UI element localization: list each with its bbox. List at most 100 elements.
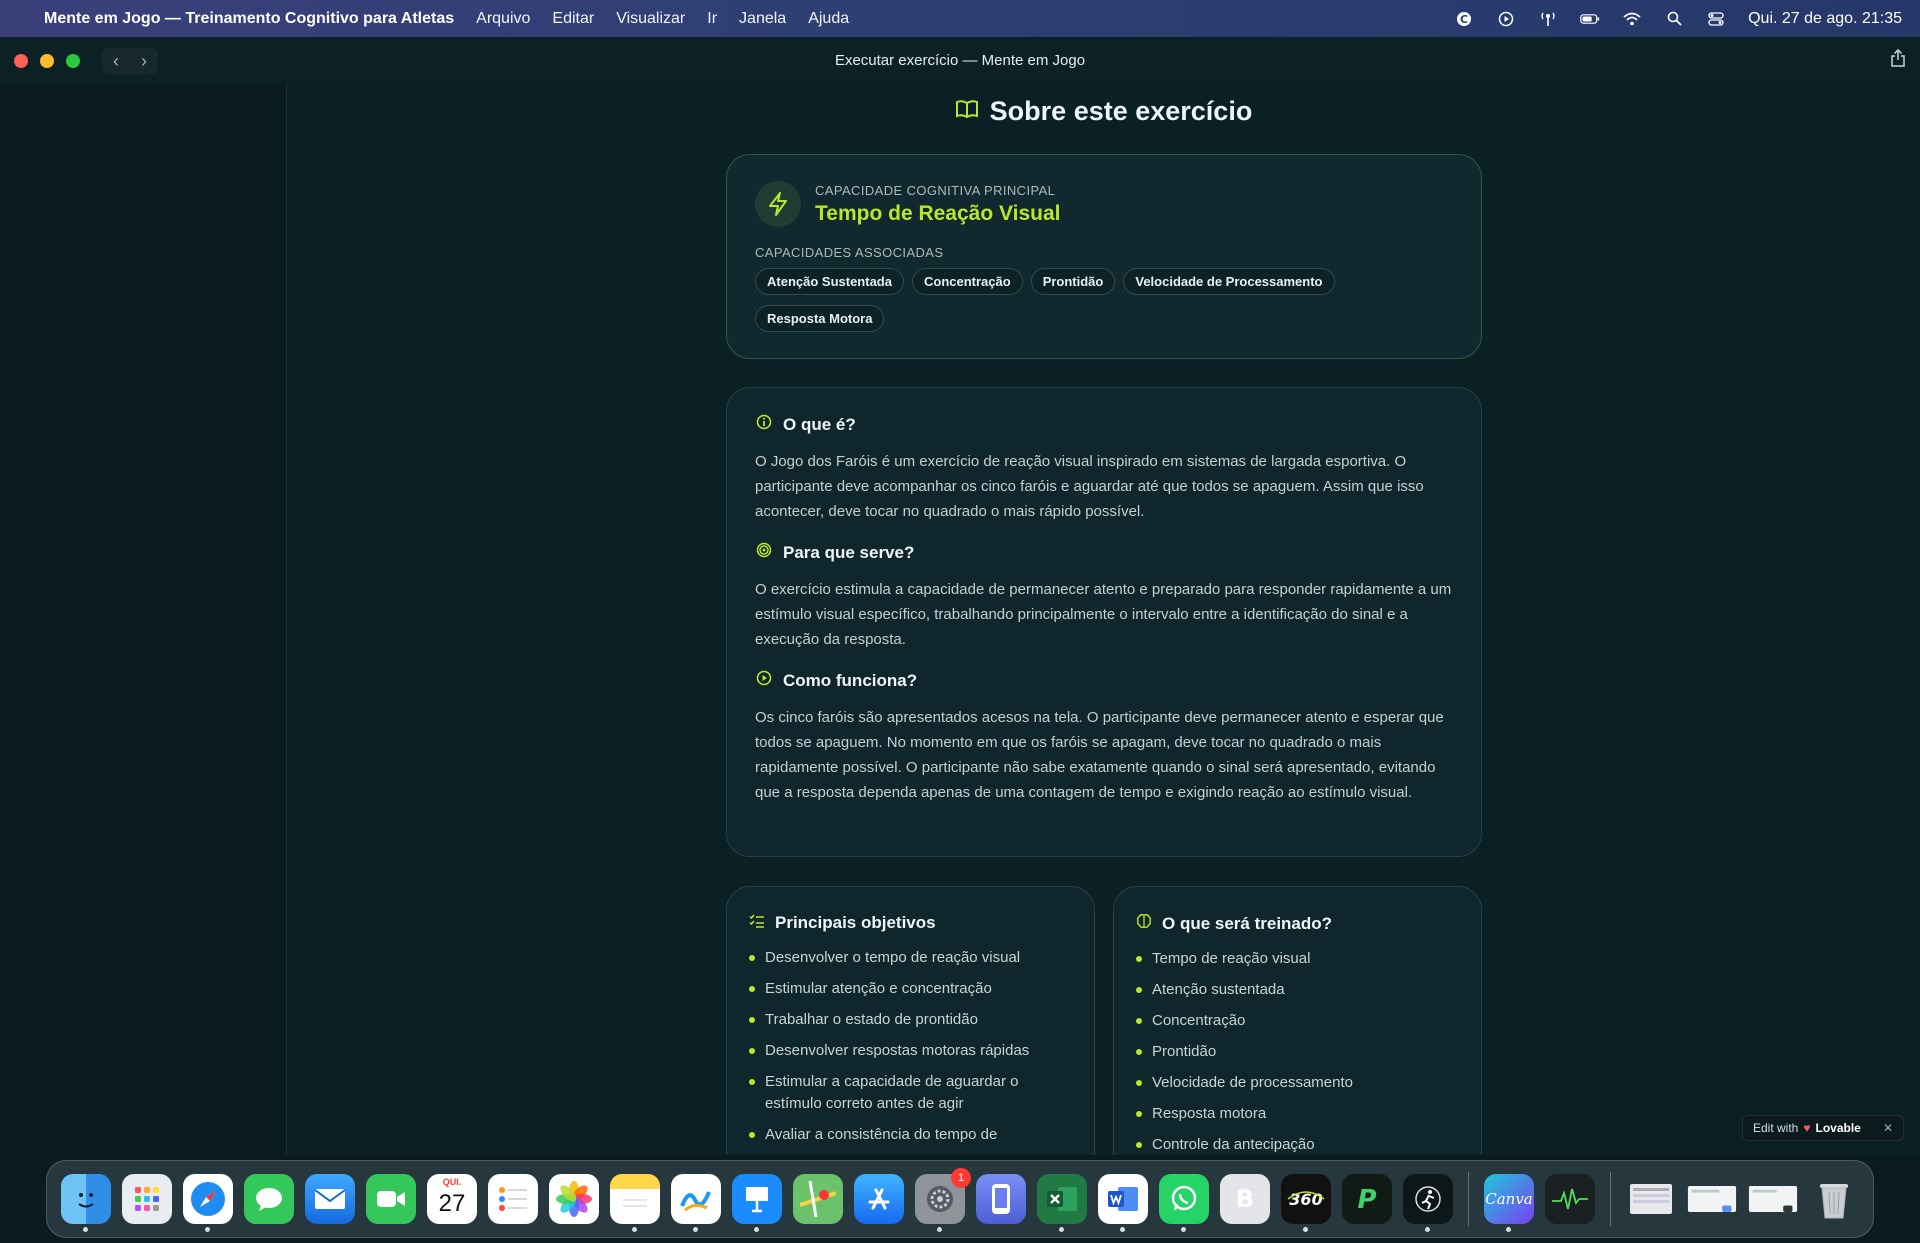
c-app-icon[interactable]: C bbox=[1454, 11, 1474, 27]
document-thumbnail-icon[interactable] bbox=[1687, 1174, 1737, 1224]
messages-icon[interactable] bbox=[244, 1174, 294, 1224]
running-indicator bbox=[937, 1227, 942, 1232]
training-heading: O que será treinado? bbox=[1136, 913, 1459, 934]
brain-icon bbox=[1136, 913, 1152, 934]
facetime-icon[interactable] bbox=[366, 1174, 416, 1224]
list-item: Desenvolver o tempo de reação visual bbox=[749, 947, 1072, 969]
list-item: Tempo de reação visual bbox=[1136, 948, 1459, 970]
back-arrow-icon[interactable]: ‹ bbox=[102, 48, 130, 74]
system-settings-icon[interactable]: 1 bbox=[915, 1168, 971, 1232]
running-indicator bbox=[693, 1227, 698, 1232]
edit-with-label: Edit with bbox=[1753, 1121, 1799, 1135]
running-indicator bbox=[205, 1227, 210, 1232]
svg-text:P: P bbox=[1357, 1185, 1376, 1214]
menu-ajuda[interactable]: Ajuda bbox=[808, 10, 849, 28]
app-store-icon[interactable] bbox=[854, 1174, 904, 1224]
window-titlebar: ‹ › Executar exercício — Mente em Jogo bbox=[0, 37, 1920, 84]
traffic-lights bbox=[14, 53, 80, 68]
running-indicator bbox=[632, 1227, 637, 1232]
calendar-icon[interactable]: QUI. 27 bbox=[427, 1174, 477, 1224]
word-icon[interactable] bbox=[1098, 1174, 1148, 1232]
keynote-icon[interactable] bbox=[732, 1174, 782, 1232]
battery-icon[interactable] bbox=[1580, 11, 1600, 27]
menu-ir[interactable]: Ir bbox=[707, 10, 717, 28]
page-title-text: Sobre este exercício bbox=[989, 96, 1253, 126]
safari-icon[interactable] bbox=[183, 1174, 233, 1232]
canva-label: Canva bbox=[1485, 1190, 1533, 1208]
running-indicator bbox=[1120, 1227, 1125, 1232]
search-icon[interactable] bbox=[1664, 11, 1684, 27]
capability-chip: Prontidão bbox=[1030, 268, 1116, 295]
list-item: Atenção sustentada bbox=[1136, 979, 1459, 1001]
menu-janela[interactable]: Janela bbox=[739, 10, 786, 28]
menubar-status-area: C Qui. 27 de ago. 21:35 bbox=[1454, 10, 1902, 28]
bold-b-app-icon[interactable]: B bbox=[1220, 1174, 1270, 1224]
forward-arrow-icon[interactable]: › bbox=[130, 48, 158, 74]
how-title: Como funciona? bbox=[783, 670, 918, 690]
play-circle-icon[interactable] bbox=[1496, 11, 1516, 27]
wifi-icon[interactable] bbox=[1622, 11, 1642, 27]
p-app-icon[interactable]: P bbox=[1342, 1174, 1392, 1224]
freeform-icon[interactable] bbox=[671, 1174, 721, 1232]
mail-icon[interactable] bbox=[305, 1174, 355, 1224]
menu-arquivo[interactable]: Arquivo bbox=[476, 10, 530, 28]
dock-separator bbox=[1468, 1172, 1469, 1226]
activity-monitor-icon[interactable] bbox=[1545, 1174, 1595, 1224]
excel-icon[interactable] bbox=[1037, 1174, 1087, 1232]
control-center-icon[interactable] bbox=[1706, 11, 1726, 27]
reminders-icon[interactable] bbox=[488, 1174, 538, 1224]
menubar-app-name[interactable]: Mente em Jogo — Treinamento Cognitivo pa… bbox=[44, 10, 454, 28]
objectives-list: Desenvolver o tempo de reação visual Est… bbox=[749, 947, 1072, 1146]
list-item: Resposta motora bbox=[1136, 1103, 1459, 1125]
screenshot-thumbnail-icon[interactable] bbox=[1748, 1174, 1798, 1224]
running-indicator bbox=[754, 1227, 759, 1232]
share-icon[interactable] bbox=[1890, 48, 1906, 72]
exercise-info-card: O que é? O Jogo dos Faróis é um exercíci… bbox=[726, 387, 1482, 857]
running-indicator bbox=[1059, 1227, 1064, 1232]
main-content: Sobre este exercício CAPACIDADE COGNITIV… bbox=[288, 84, 1920, 1206]
fitness-runner-icon[interactable] bbox=[1403, 1174, 1453, 1232]
airdrop-icon[interactable] bbox=[1538, 11, 1558, 27]
edit-with-lovable-badge[interactable]: Edit with ♥ Lovable ✕ bbox=[1742, 1115, 1904, 1141]
running-indicator bbox=[83, 1227, 88, 1232]
whatsapp-icon[interactable] bbox=[1159, 1174, 1209, 1232]
capability-card: CAPACIDADE COGNITIVA PRINCIPAL Tempo de … bbox=[726, 154, 1482, 359]
finder-icon[interactable] bbox=[61, 1174, 111, 1232]
maximize-window-button[interactable] bbox=[66, 53, 80, 68]
purpose-title: Para que serve? bbox=[783, 542, 915, 562]
nav-buttons: ‹ › bbox=[102, 47, 158, 74]
close-badge-icon[interactable]: ✕ bbox=[1883, 1121, 1893, 1135]
list-item: Desenvolver respostas motoras rápidas bbox=[749, 1040, 1072, 1062]
downloads-folder-icon[interactable] bbox=[1626, 1174, 1676, 1224]
capability-chip: Resposta Motora bbox=[755, 305, 885, 332]
capability-chip: Atenção Sustentada bbox=[755, 268, 904, 295]
purpose-text: O exercício estimula a capacidade de per… bbox=[755, 581, 1452, 648]
play-circle-icon bbox=[755, 670, 773, 691]
launchpad-icon[interactable] bbox=[122, 1174, 172, 1224]
how-heading: Como funciona? bbox=[755, 670, 1453, 691]
training-list: Tempo de reação visual Atenção sustentad… bbox=[1136, 948, 1459, 1156]
notification-badge: 1 bbox=[951, 1168, 971, 1188]
trash-icon[interactable] bbox=[1809, 1174, 1859, 1224]
menubar: Mente em Jogo — Treinamento Cognitivo pa… bbox=[0, 0, 1920, 37]
minimize-window-button[interactable] bbox=[40, 53, 54, 68]
running-indicator bbox=[1181, 1227, 1186, 1232]
menubar-clock[interactable]: Qui. 27 de ago. 21:35 bbox=[1748, 10, 1902, 28]
what-heading: O que é? bbox=[755, 414, 1453, 435]
photos-icon[interactable] bbox=[549, 1174, 599, 1224]
menu-editar[interactable]: Editar bbox=[552, 10, 594, 28]
simulator-icon[interactable] bbox=[976, 1174, 1026, 1224]
notes-icon[interactable] bbox=[610, 1174, 660, 1232]
training-title: O que será treinado? bbox=[1162, 913, 1333, 933]
lovable-brand: Lovable bbox=[1815, 1121, 1861, 1135]
close-window-button[interactable] bbox=[14, 53, 28, 68]
main-capability-label: CAPACIDADE COGNITIVA PRINCIPAL bbox=[815, 182, 1056, 198]
what-text: O Jogo dos Faróis é um exercício de reaç… bbox=[755, 453, 1424, 520]
app-360-icon[interactable]: 360 bbox=[1281, 1174, 1331, 1232]
window-title: Executar exercício — Mente em Jogo bbox=[834, 52, 1086, 69]
canva-icon[interactable]: Canva bbox=[1484, 1174, 1534, 1232]
maps-icon[interactable] bbox=[793, 1174, 843, 1224]
what-title: O que é? bbox=[783, 414, 856, 434]
menu-visualizar[interactable]: Visualizar bbox=[616, 10, 685, 28]
calendar-day-label: QUI. bbox=[442, 1177, 462, 1187]
